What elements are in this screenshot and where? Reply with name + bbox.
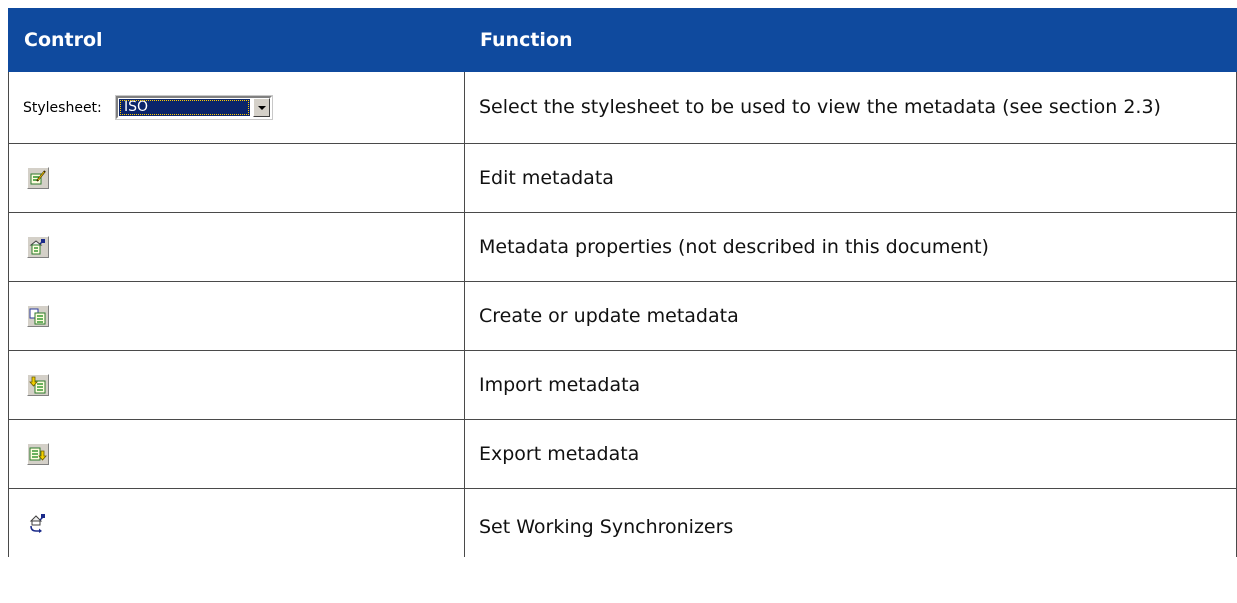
column-header-function: Function: [464, 8, 1237, 72]
function-cell: Edit metadata: [464, 143, 1237, 213]
function-cell: Import metadata: [464, 350, 1237, 420]
table-row: Set Working Synchronizers: [8, 488, 1237, 557]
table-row: Import metadata: [8, 350, 1237, 420]
control-cell: [8, 212, 465, 282]
control-cell: [8, 281, 465, 351]
function-cell: Export metadata: [464, 419, 1237, 489]
control-cell: [8, 419, 465, 489]
set-working-synchronizers-icon[interactable]: [27, 512, 49, 534]
import-metadata-icon[interactable]: [27, 374, 49, 396]
stylesheet-label: Stylesheet:: [23, 99, 102, 116]
dropdown-arrow-button[interactable]: [253, 98, 270, 117]
stylesheet-selector: Stylesheet: ISO: [23, 95, 450, 120]
function-cell: Select the stylesheet to be used to view…: [464, 71, 1237, 144]
function-cell: Metadata properties (not described in th…: [464, 212, 1237, 282]
stylesheet-value: ISO: [119, 99, 250, 116]
controls-table: Control Function Stylesheet: ISO Select …: [8, 8, 1237, 557]
create-update-metadata-icon[interactable]: [27, 305, 49, 327]
function-cell: Create or update metadata: [464, 281, 1237, 351]
table-header-row: Control Function: [8, 8, 1237, 72]
function-cell: Set Working Synchronizers: [464, 488, 1237, 557]
control-cell: [8, 350, 465, 420]
table-row: Metadata properties (not described in th…: [8, 212, 1237, 282]
document-page: Control Function Stylesheet: ISO Select …: [0, 0, 1237, 603]
edit-metadata-icon[interactable]: [27, 167, 49, 189]
control-cell: [8, 143, 465, 213]
table-row: Create or update metadata: [8, 281, 1237, 351]
metadata-properties-icon[interactable]: [27, 236, 49, 258]
stylesheet-dropdown[interactable]: ISO: [115, 95, 273, 120]
control-cell: Stylesheet: ISO: [8, 71, 465, 144]
control-cell: [8, 488, 465, 557]
chevron-down-icon: [257, 105, 266, 110]
table-row: Stylesheet: ISO Select the stylesheet to…: [8, 71, 1237, 144]
column-header-control: Control: [8, 8, 465, 72]
table-row: Edit metadata: [8, 143, 1237, 213]
table-row: Export metadata: [8, 419, 1237, 489]
export-metadata-icon[interactable]: [27, 443, 49, 465]
